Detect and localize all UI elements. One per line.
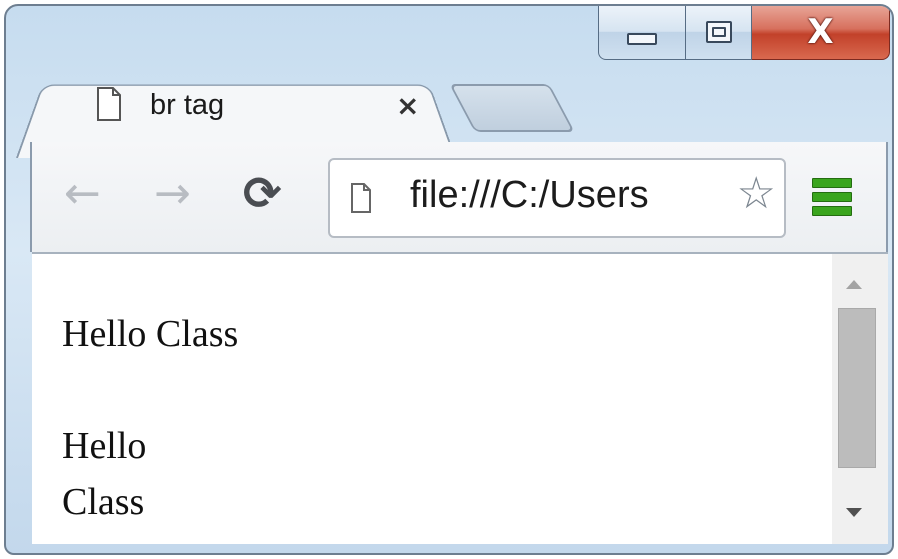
tab-close-button[interactable]: × <box>396 89 419 122</box>
text-line: Class <box>62 481 145 523</box>
menu-bar <box>812 192 852 202</box>
maximize-button[interactable] <box>686 6 752 60</box>
page-content: Hello Class Hello Class <box>62 306 238 530</box>
close-icon: X <box>807 11 834 52</box>
minimize-button[interactable] <box>598 6 686 60</box>
hamburger-menu-icon[interactable] <box>812 178 852 216</box>
menu-bar <box>812 178 852 188</box>
reload-button[interactable]: ⟳ <box>243 170 282 216</box>
scroll-thumb[interactable] <box>838 308 876 468</box>
url-text[interactable]: file:///C:/Users <box>410 174 649 217</box>
scroll-up-arrow-icon[interactable] <box>846 280 862 289</box>
page-viewport: Hello Class Hello Class <box>32 252 888 544</box>
forward-button[interactable]: → <box>154 172 191 216</box>
star-icon[interactable]: ☆ <box>734 172 776 216</box>
text-line: Hello <box>62 425 147 467</box>
back-button[interactable]: ← <box>64 172 101 216</box>
caption-buttons: X <box>598 6 890 62</box>
page-icon <box>97 87 121 121</box>
text-line: Hello Class <box>62 313 239 355</box>
close-window-button[interactable]: X <box>752 6 890 60</box>
line-break <box>62 362 238 418</box>
scroll-down-arrow-icon[interactable] <box>846 508 862 517</box>
tab-title: br tag <box>150 89 225 121</box>
minimize-icon <box>627 32 657 45</box>
menu-bar <box>812 206 852 216</box>
address-bar[interactable]: file:///C:/Users ☆ <box>328 158 786 238</box>
maximize-icon <box>705 20 732 43</box>
vertical-scrollbar[interactable] <box>832 254 888 544</box>
page-icon <box>351 183 371 213</box>
